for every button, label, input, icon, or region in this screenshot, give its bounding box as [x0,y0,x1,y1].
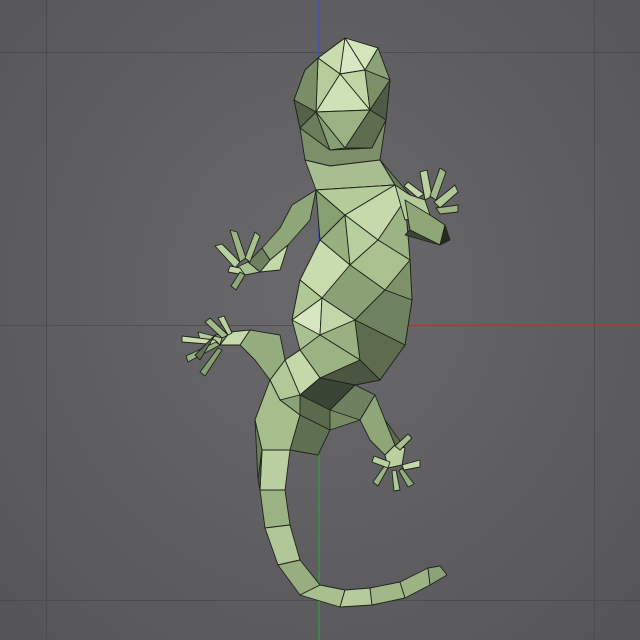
scene-canvas[interactable] [0,0,640,640]
gecko-mesh[interactable] [181,37,459,608]
3d-viewport[interactable] [0,0,640,640]
